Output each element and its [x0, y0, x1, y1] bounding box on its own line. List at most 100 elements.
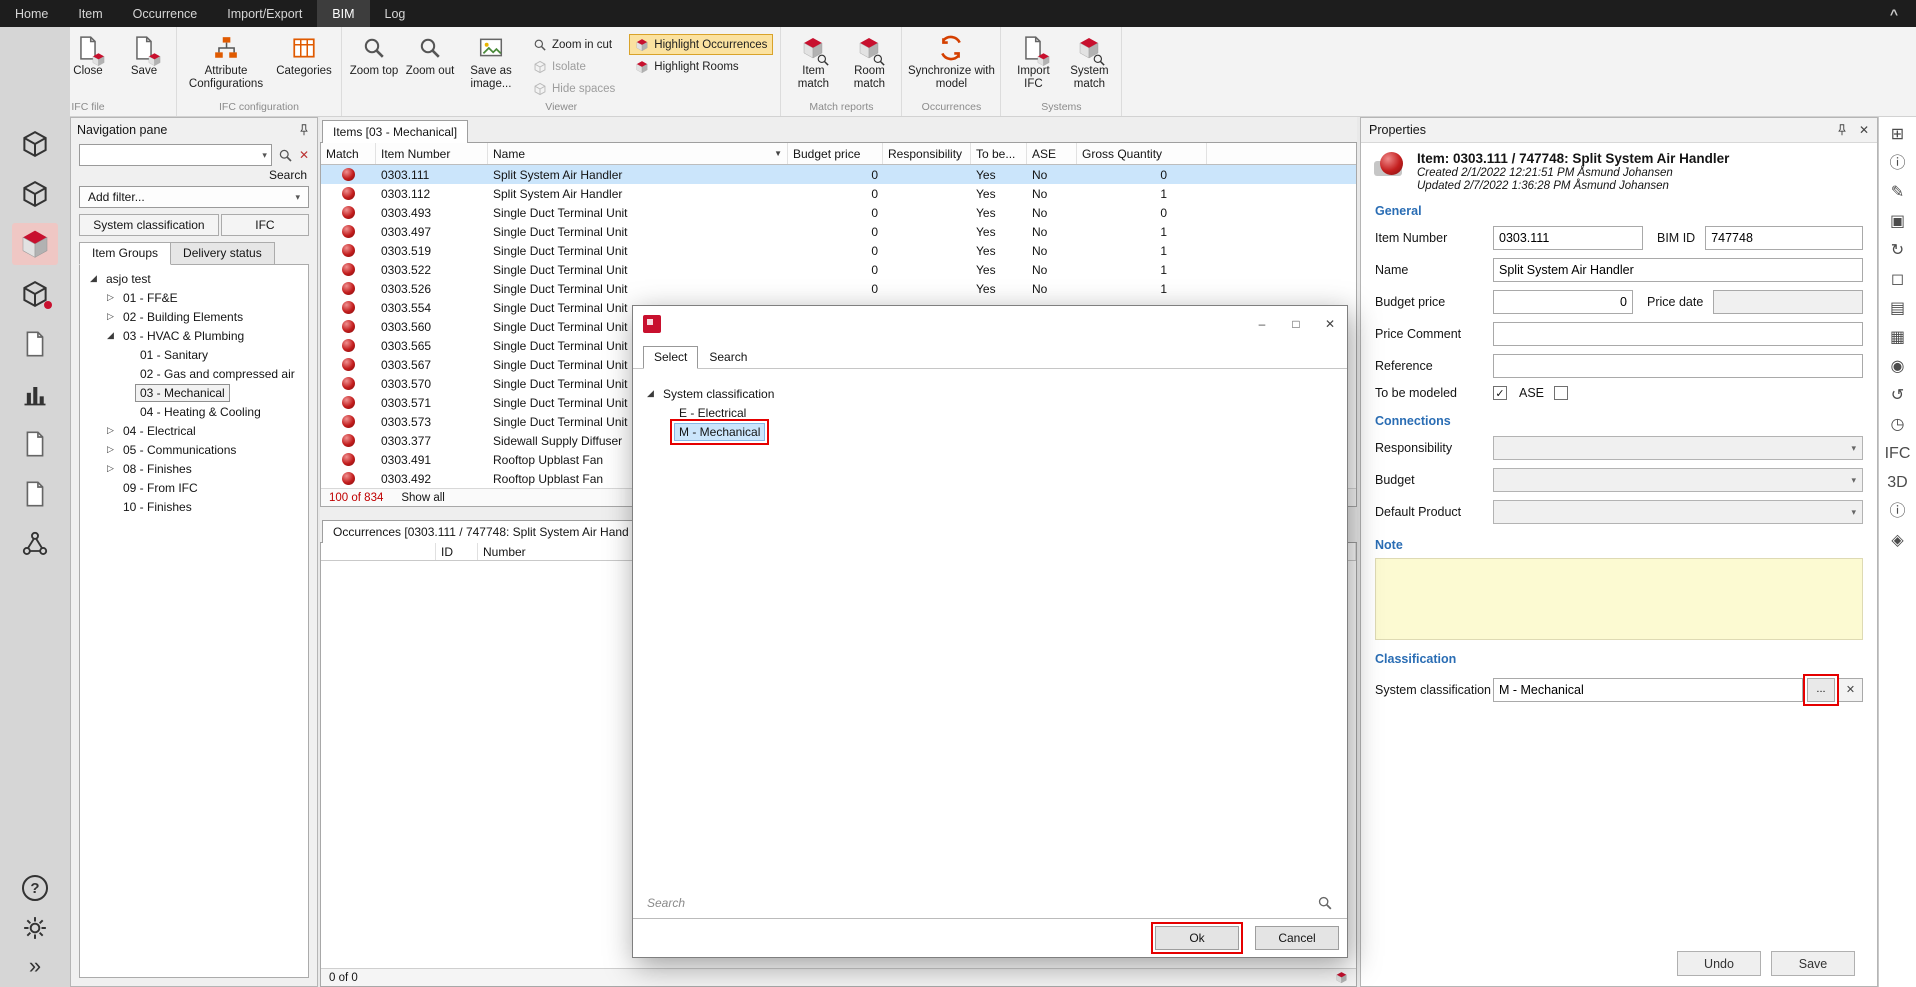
system-classification-filter-button[interactable]: System classification	[79, 214, 219, 236]
gear-icon[interactable]	[22, 915, 48, 941]
save-properties-button[interactable]: Save	[1771, 951, 1855, 976]
import-ifc-button[interactable]: Import IFC	[1006, 29, 1060, 95]
price-comment-input[interactable]	[1493, 322, 1863, 346]
col-match[interactable]: Match	[321, 143, 376, 164]
clear-classification-button[interactable]: ✕	[1839, 678, 1863, 702]
table-row[interactable]: 0303.522 Single Duct Terminal Unit 0 Yes…	[321, 260, 1356, 279]
categories-button[interactable]: Categories	[272, 29, 336, 95]
tab-delivery-status[interactable]: Delivery status	[170, 242, 275, 265]
show-all-link[interactable]: Show all	[401, 492, 444, 504]
col-id[interactable]: ID	[436, 543, 478, 560]
item-number-input[interactable]	[1493, 226, 1643, 250]
tab-item-groups[interactable]: Item Groups	[79, 242, 171, 265]
menu-item[interactable]: Item	[63, 0, 117, 27]
collapse-ribbon-icon[interactable]: ^	[1872, 0, 1916, 27]
three-d-view-icon[interactable]: 3D	[1887, 475, 1907, 491]
pin-icon[interactable]	[297, 123, 311, 137]
synchronize-with-model-button[interactable]: Synchronize with model	[907, 29, 995, 95]
sidebar-module-templates[interactable]	[12, 423, 58, 465]
help-icon[interactable]: ?	[22, 875, 48, 901]
tree-item[interactable]: 03 - Mechanical	[80, 383, 308, 402]
zoom-out-button[interactable]: Zoom out	[403, 29, 457, 95]
browse-classification-button[interactable]: ...	[1807, 678, 1835, 702]
system-match-button[interactable]: System match	[1062, 29, 1116, 95]
note-textarea[interactable]	[1375, 558, 1863, 640]
info-icon[interactable]: ⓘ	[1889, 156, 1905, 172]
collapse-sidebar-icon[interactable]: »	[29, 955, 41, 977]
tree-item[interactable]: 09 - From IFC	[80, 478, 308, 497]
list-icon[interactable]: ▤	[1890, 301, 1905, 317]
minimize-icon[interactable]: –	[1245, 306, 1279, 342]
menu-home[interactable]: Home	[0, 0, 63, 27]
classification-option[interactable]: M - Mechanical	[659, 422, 1337, 441]
dialog-search-row[interactable]: Search	[633, 888, 1347, 919]
isolate-button[interactable]: Isolate	[527, 56, 621, 77]
item-match-button[interactable]: Item match	[786, 29, 840, 95]
zoom-top-button[interactable]: Zoom top	[347, 29, 401, 95]
menu-bim[interactable]: BIM	[317, 0, 369, 27]
sync-model-icon[interactable]: ↻	[1891, 243, 1904, 259]
history-icon[interactable]: ◷	[1891, 417, 1905, 433]
dialog-tab-search[interactable]: Search	[698, 346, 758, 369]
price-date-input[interactable]	[1713, 290, 1863, 314]
save-button[interactable]: Save	[117, 29, 171, 95]
expander-icon[interactable]	[643, 388, 658, 399]
hide-spaces-button[interactable]: Hide spaces	[527, 78, 621, 99]
expander-icon[interactable]	[103, 425, 118, 436]
search-icon[interactable]	[278, 148, 293, 163]
expander-icon[interactable]	[103, 330, 118, 341]
search-input[interactable]	[84, 148, 262, 162]
sidebar-module-statistics[interactable]	[12, 373, 58, 415]
dialog-tree-root[interactable]: System classification	[643, 384, 1337, 403]
menu-occurrence[interactable]: Occurrence	[118, 0, 213, 27]
col-item-number[interactable]: Item Number	[376, 143, 488, 164]
undo-button[interactable]: Undo	[1677, 951, 1761, 976]
expander-icon[interactable]	[86, 273, 101, 284]
box-icon[interactable]: ◻	[1891, 272, 1904, 288]
search-icon[interactable]	[1317, 895, 1333, 911]
col-to-be[interactable]: To be...	[971, 143, 1027, 164]
table-row[interactable]: 0303.497 Single Duct Terminal Unit 0 Yes…	[321, 222, 1356, 241]
grid-icon[interactable]: ▦	[1890, 330, 1905, 346]
responsibility-select[interactable]: ▾	[1493, 436, 1863, 460]
bim-id-input[interactable]	[1705, 226, 1863, 250]
budget-price-input[interactable]	[1493, 290, 1633, 314]
chevron-down-icon[interactable]: ▾	[262, 150, 267, 161]
tab-items[interactable]: Items [03 - Mechanical]	[322, 120, 468, 143]
expander-icon[interactable]	[103, 463, 118, 474]
cancel-button[interactable]: Cancel	[1255, 926, 1339, 950]
component-icon[interactable]: ◈	[1891, 533, 1903, 549]
expander-icon[interactable]	[103, 292, 118, 303]
table-row[interactable]: 0303.112 Split System Air Handler 0 Yes …	[321, 184, 1356, 203]
search-link[interactable]: Search	[269, 168, 307, 182]
table-row[interactable]: 0303.519 Single Duct Terminal Unit 0 Yes…	[321, 241, 1356, 260]
reference-input[interactable]	[1493, 354, 1863, 378]
undo-history-icon[interactable]: ↺	[1891, 388, 1904, 404]
tree-item[interactable]: 05 - Communications	[80, 440, 308, 459]
system-classification-input[interactable]	[1493, 678, 1803, 702]
menu-import-export[interactable]: Import/Export	[212, 0, 317, 27]
clear-search-icon[interactable]: ✕	[299, 148, 309, 162]
ifc-label-icon[interactable]: IFC	[1885, 446, 1911, 462]
classification-option[interactable]: E - Electrical	[659, 403, 1337, 422]
sidebar-module-items[interactable]	[12, 123, 58, 165]
pin-icon[interactable]	[1835, 123, 1849, 137]
sidebar-module-occurrences[interactable]	[12, 173, 58, 215]
col-budget-price[interactable]: Budget price	[788, 143, 883, 164]
expander-icon[interactable]	[103, 444, 118, 455]
sidebar-module-log[interactable]	[12, 473, 58, 515]
table-row[interactable]: 0303.526 Single Duct Terminal Unit 0 Yes…	[321, 279, 1356, 298]
dialog-tab-select[interactable]: Select	[643, 346, 698, 369]
tree-item[interactable]: 03 - HVAC & Plumbing	[80, 326, 308, 345]
tree-item[interactable]: 04 - Heating & Cooling	[80, 402, 308, 421]
sidebar-module-bim[interactable]	[12, 223, 58, 265]
col-ase[interactable]: ASE	[1027, 143, 1077, 164]
edit-note-icon[interactable]: ✎	[1891, 185, 1904, 201]
to-be-modeled-checkbox[interactable]	[1493, 386, 1507, 400]
ase-checkbox[interactable]	[1554, 386, 1568, 400]
attribute-configurations-button[interactable]: Attribute Configurations	[182, 29, 270, 95]
add-filter-button[interactable]: Add filter... ▾	[79, 186, 309, 208]
tree-item[interactable]: 01 - Sanitary	[80, 345, 308, 364]
ok-button[interactable]: Ok	[1155, 926, 1239, 950]
tree-item[interactable]: 02 - Gas and compressed air	[80, 364, 308, 383]
